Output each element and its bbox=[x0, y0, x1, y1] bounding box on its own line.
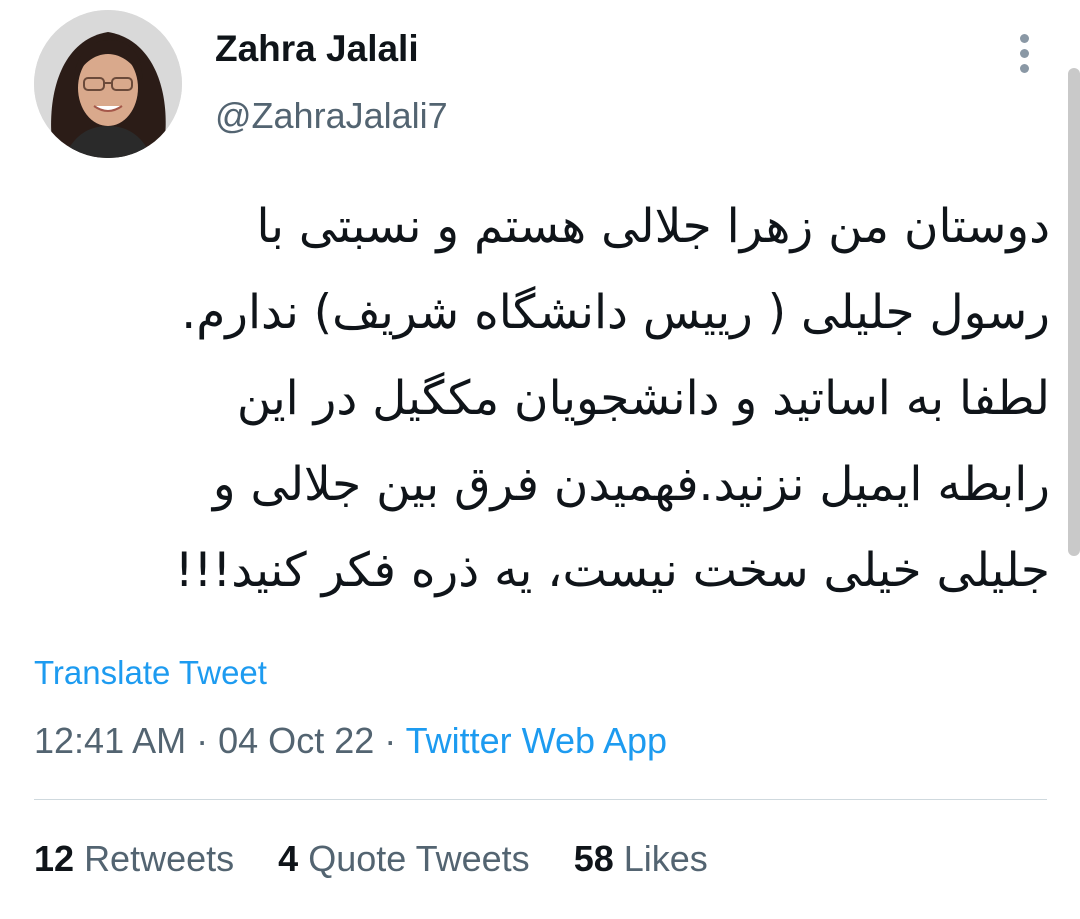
retweets-label: Retweets bbox=[84, 838, 235, 879]
author-display-name[interactable]: Zahra Jalali bbox=[215, 28, 419, 70]
tweet-stats: 12 Retweets 4 Quote Tweets 58 Likes bbox=[34, 838, 742, 880]
tweet-date[interactable]: 04 Oct 22 bbox=[218, 720, 374, 761]
scrollbar[interactable] bbox=[1068, 68, 1080, 556]
meta-separator: · bbox=[384, 720, 397, 761]
translate-tweet-link[interactable]: Translate Tweet bbox=[34, 654, 267, 692]
more-vertical-icon[interactable] bbox=[1005, 30, 1045, 76]
quote-tweets-count: 4 bbox=[278, 838, 299, 879]
tweet-meta: 12:41 AM · 04 Oct 22 · Twitter Web App bbox=[34, 720, 667, 762]
tweet-line: رابطه ایمیل نزنید.فهمیدن فرق بین جلالی و bbox=[212, 457, 1050, 512]
retweets-count: 12 bbox=[34, 838, 75, 879]
avatar[interactable] bbox=[34, 10, 182, 158]
likes-count: 58 bbox=[573, 838, 614, 879]
meta-separator: · bbox=[196, 720, 209, 761]
tweet-source-link[interactable]: Twitter Web App bbox=[406, 720, 667, 761]
tweet-time[interactable]: 12:41 AM bbox=[34, 720, 186, 761]
likes-label: Likes bbox=[623, 838, 708, 879]
tweet-text: دوستان من زهرا جلالی هستم و نسبتی با رسو… bbox=[40, 184, 1050, 614]
tweet-line: لطفا به اساتید و دانشجویان مکگیل در این bbox=[236, 371, 1050, 426]
likes-stat[interactable]: 58 Likes bbox=[574, 838, 708, 880]
profile-photo bbox=[34, 10, 182, 158]
divider bbox=[34, 799, 1047, 800]
tweet-line: جلیلی خیلی سخت نیست، یه ذره فکر کنید!!! bbox=[174, 543, 1050, 598]
tweet-line: رسول جلیلی ( رییس دانشگاه شریف) ندارم. bbox=[181, 285, 1050, 340]
quote-tweets-stat[interactable]: 4 Quote Tweets bbox=[278, 838, 530, 880]
quote-tweets-label: Quote Tweets bbox=[308, 838, 530, 879]
retweets-stat[interactable]: 12 Retweets bbox=[34, 838, 234, 880]
author-handle[interactable]: @ZahraJalali7 bbox=[215, 95, 448, 137]
tweet-line: دوستان من زهرا جلالی هستم و نسبتی با bbox=[256, 199, 1050, 254]
